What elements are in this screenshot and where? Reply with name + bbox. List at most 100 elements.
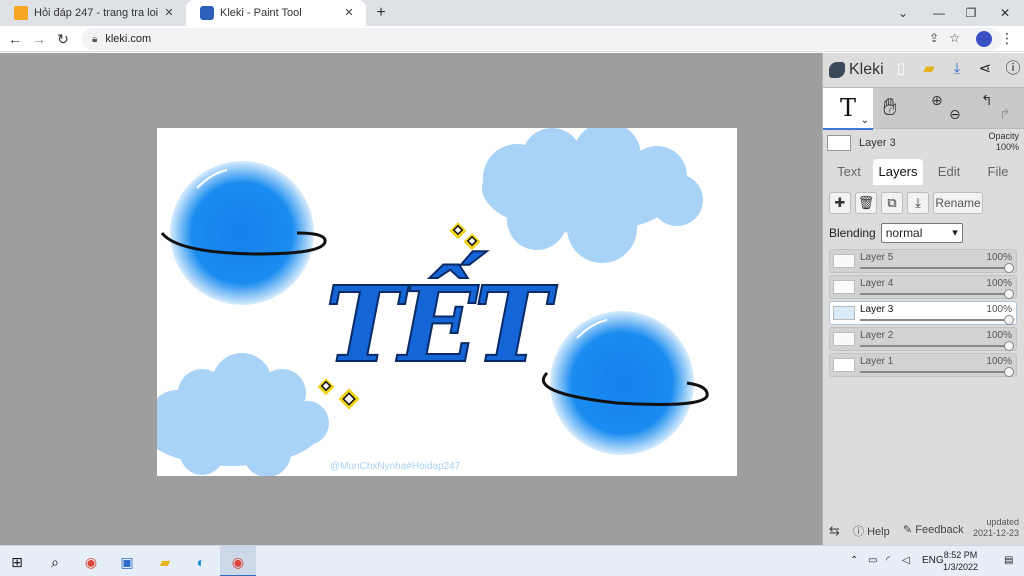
browser-tab-hoidap[interactable]: Hỏi đáp 247 - trang tra loi ✕ <box>0 0 186 26</box>
blending-label: Blending <box>829 226 876 240</box>
address-bar[interactable]: 🔒︎ kleki.com <box>82 28 1002 50</box>
current-layer-name: Layer 3 <box>859 137 896 149</box>
volume-icon[interactable]: ◁ <box>902 555 910 566</box>
tab-title: Kleki - Paint Tool <box>220 7 302 19</box>
close-tab-icon[interactable]: ✕ <box>342 6 356 20</box>
tet-title: TẾT <box>325 250 558 386</box>
tab-title: Hỏi đáp 247 - trang tra loi <box>34 7 159 19</box>
workspace[interactable]: TẾT @MunChxNynha#Hoidap247 <box>0 53 822 545</box>
canvas-artwork: TẾT <box>157 128 709 476</box>
tab-text[interactable]: Text <box>827 159 871 185</box>
battery-icon[interactable]: ▭ <box>868 555 877 566</box>
delete-layer-button[interactable]: 🗑︎ <box>855 192 877 214</box>
download-icon[interactable]: ⤓ <box>947 59 967 79</box>
layer-name: Layer 4 <box>860 278 894 289</box>
layer-row-selected[interactable]: Layer 3 100% <box>829 301 1017 325</box>
zoom-out-icon[interactable]: ⊖ <box>949 106 961 123</box>
share-page-icon[interactable]: ⇪ <box>929 31 939 45</box>
chrome-icon[interactable]: ◉ <box>82 553 100 571</box>
share-icon[interactable]: ⋖ <box>975 59 995 79</box>
kleki-logo-icon <box>829 62 845 78</box>
layer-opacity-slider[interactable] <box>860 345 1008 347</box>
start-icon[interactable]: ⊞ <box>8 553 26 571</box>
layer-opacity-slider[interactable] <box>860 293 1008 295</box>
add-layer-button[interactable]: ✚ <box>829 192 851 214</box>
layer-opacity-slider[interactable] <box>860 267 1008 269</box>
edge-icon[interactable]: ◐ <box>192 553 210 571</box>
lock-icon: 🔒︎ <box>92 33 98 45</box>
layer-opacity-slider[interactable] <box>860 371 1008 373</box>
browser-menu-icon[interactable]: ⋮ <box>1000 30 1014 47</box>
opacity-value: 100% <box>995 142 1019 152</box>
layer-opacity-slider[interactable] <box>860 319 1008 321</box>
chrome-active-icon[interactable]: ◉ <box>229 553 247 571</box>
layer-row[interactable]: Layer 4 100% <box>829 275 1017 299</box>
reload-icon[interactable]: ↻ <box>54 30 72 48</box>
merge-down-button[interactable]: ⤓ <box>907 192 929 214</box>
tab-layers[interactable]: Layers <box>873 159 923 185</box>
file-actions: ▯ ▰ ⤓ ⋖ ⓘ <box>891 59 1023 79</box>
layer-name: Layer 1 <box>860 356 894 367</box>
hand-tool-icon[interactable]: ✋︎ <box>883 94 897 122</box>
slider-knob[interactable] <box>1004 315 1014 325</box>
current-layer-header: Layer 3 Opacity 100% <box>823 131 1024 157</box>
swap-side-icon[interactable]: ⇆ <box>829 523 840 539</box>
feedback-link[interactable]: ✎ Feedback <box>903 523 964 536</box>
rename-layer-button[interactable]: Rename <box>933 192 983 214</box>
cloud-bottom-left <box>157 353 329 476</box>
redo-icon[interactable]: ↱ <box>999 106 1011 123</box>
slider-knob[interactable] <box>1004 341 1014 351</box>
profile-avatar[interactable] <box>976 31 992 47</box>
help-icon[interactable]: ⓘ <box>1003 59 1023 79</box>
current-layer-opacity: Opacity 100% <box>988 131 1019 153</box>
notifications-icon[interactable]: ▤ <box>1004 555 1013 566</box>
kleki-side-panel: Kleki ▯ ▰ ⤓ ⋖ ⓘ T ⌄ ✋︎ ⊕ ⊖ ↰ ↱ Layer 3 O… <box>822 53 1024 545</box>
cloud-top-right <box>482 128 703 263</box>
minimize-icon[interactable]: — <box>930 4 948 22</box>
drawing-canvas[interactable]: TẾT @MunChxNynha#Hoidap247 <box>157 128 737 476</box>
clock-time: 8:52 PM <box>943 550 978 560</box>
open-folder-icon[interactable]: ▰ <box>919 59 939 79</box>
show-hidden-icon[interactable]: ⌃ <box>850 555 858 566</box>
file-explorer-icon[interactable]: ▰ <box>156 553 174 571</box>
search-icon[interactable]: ⌕ <box>46 553 64 571</box>
new-image-icon[interactable]: ▯ <box>891 59 911 79</box>
bookmark-star-icon[interactable]: ☆ <box>949 31 960 45</box>
help-circle-icon: ⓘ <box>853 526 868 538</box>
updated-date: 2021-12-23 <box>972 528 1019 538</box>
clock-date: 1/3/2022 <box>942 562 978 572</box>
help-link[interactable]: ⓘ Help <box>853 523 890 539</box>
brand-name: Kleki <box>849 61 884 78</box>
wifi-icon[interactable]: ◜ <box>886 555 890 566</box>
store-icon[interactable]: ▣ <box>118 553 136 571</box>
slider-knob[interactable] <box>1004 263 1014 273</box>
layer-row[interactable]: Layer 1 100% <box>829 353 1017 377</box>
zoom-in-icon[interactable]: ⊕ <box>931 92 943 109</box>
tab-search-icon[interactable]: ⌄ <box>894 4 912 22</box>
slider-knob[interactable] <box>1004 289 1014 299</box>
tab-edit[interactable]: Edit <box>927 159 971 185</box>
layer-row[interactable]: Layer 5 100% <box>829 249 1017 273</box>
tab-file[interactable]: File <box>975 159 1021 185</box>
windows-taskbar: ⊞ ⌕ ◉ ▣ ▰ ◐ ◉ ⌃ ▭ ◜ ◁ ENG ▤ 8:52 PM 1/3/… <box>0 545 1024 576</box>
new-tab-icon[interactable]: + <box>372 4 390 22</box>
browser-toolbar: ← → ↻ 🔒︎ kleki.com <box>0 26 1024 52</box>
text-tool-button[interactable]: T ⌄ <box>823 88 873 130</box>
back-icon[interactable]: ← <box>6 30 24 48</box>
kleki-favicon-icon <box>200 6 214 20</box>
close-window-icon[interactable]: ✕ <box>996 4 1014 22</box>
feedback-label: Feedback <box>915 524 964 536</box>
slider-knob[interactable] <box>1004 367 1014 377</box>
browser-tabstrip: Hỏi đáp 247 - trang tra loi ✕ Kleki - Pa… <box>0 0 1024 26</box>
close-tab-icon[interactable]: ✕ <box>162 6 176 20</box>
layer-row[interactable]: Layer 2 100% <box>829 327 1017 351</box>
duplicate-layer-button[interactable]: ⧉ <box>881 192 903 214</box>
undo-icon[interactable]: ↰ <box>981 92 993 109</box>
taskbar-clock[interactable]: 8:52 PM 1/3/2022 <box>943 549 978 573</box>
chevron-down-icon: ⌄ <box>860 115 869 126</box>
browser-tab-kleki[interactable]: Kleki - Paint Tool ✕ <box>186 0 366 26</box>
maximize-icon[interactable]: ❐ <box>962 4 980 22</box>
forward-icon[interactable]: → <box>30 30 48 48</box>
blending-select[interactable]: normal <box>880 223 963 243</box>
language-indicator[interactable]: ENG <box>922 555 944 566</box>
